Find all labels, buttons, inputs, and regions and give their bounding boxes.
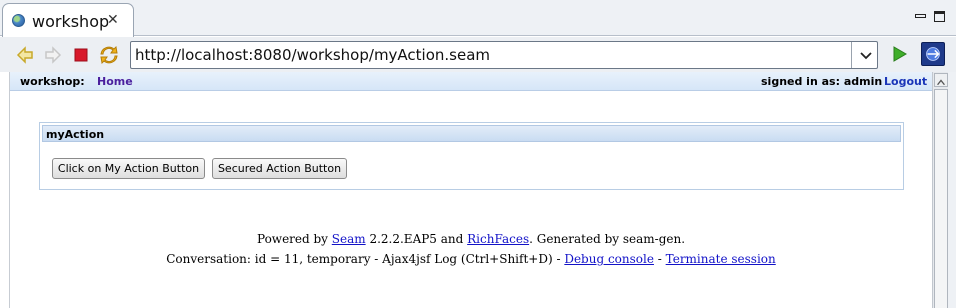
debug-console-link[interactable]: Debug console	[564, 252, 654, 266]
close-icon[interactable]: ✕	[107, 13, 119, 27]
scroll-thumb[interactable]	[934, 89, 948, 308]
external-browser-icon[interactable]	[921, 42, 945, 66]
panel-header: myAction	[42, 125, 901, 142]
vertical-scrollbar[interactable]	[932, 72, 948, 308]
panel-title: myAction	[46, 128, 105, 141]
logout-link[interactable]: Logout	[884, 75, 927, 88]
version-text: 2.2.2.EAP5 and	[365, 232, 468, 246]
browser-content: workshop: Home signed in as: admin Logou…	[9, 72, 932, 308]
terminate-session-link[interactable]: Terminate session	[666, 252, 776, 266]
window-edge	[948, 72, 956, 308]
powered-prefix: Powered by	[256, 232, 332, 246]
url-input[interactable]: http://localhost:8080/workshop/myAction.…	[130, 41, 878, 69]
back-icon[interactable]	[15, 45, 35, 65]
home-link[interactable]: Home	[97, 75, 133, 88]
forward-icon[interactable]	[43, 45, 63, 65]
globe-icon	[12, 14, 25, 27]
editor-tab-bar: workshop ✕	[0, 0, 956, 37]
secured-action-button[interactable]: Secured Action Button	[212, 158, 347, 179]
my-action-button[interactable]: Click on My Action Button	[52, 158, 205, 179]
conversation-text: Conversation: id = 11, temporary - Ajax4…	[166, 252, 565, 266]
go-icon[interactable]	[889, 44, 909, 64]
refresh-icon[interactable]	[99, 45, 119, 65]
dash-separator: -	[653, 252, 666, 266]
my-action-panel: myAction Click on My Action Button Secur…	[39, 122, 904, 190]
maximize-icon[interactable]	[934, 11, 945, 22]
tab-title: workshop	[32, 12, 110, 31]
browser-editor-window: workshop ✕ http://localhost:8080/worksho…	[0, 0, 956, 308]
workshop-tab[interactable]: workshop ✕	[2, 3, 134, 37]
page-menubar: workshop: Home signed in as: admin Logou…	[10, 72, 932, 91]
dropdown-icon[interactable]	[858, 45, 874, 65]
signed-in-label: signed in as: admin	[761, 75, 883, 88]
minimize-icon[interactable]	[915, 14, 926, 18]
url-divider	[851, 42, 852, 68]
seam-link[interactable]: Seam	[332, 232, 366, 246]
scroll-up-icon[interactable]	[934, 73, 948, 87]
powered-by-line: Powered by Seam 2.2.2.EAP5 and RichFaces…	[10, 232, 932, 246]
generated-text: . Generated by seam-gen.	[529, 232, 686, 246]
url-text: http://localhost:8080/workshop/myAction.…	[135, 46, 491, 64]
app-label: workshop:	[20, 75, 85, 88]
richfaces-link[interactable]: RichFaces	[467, 232, 529, 246]
stop-icon[interactable]	[71, 45, 91, 65]
conversation-line: Conversation: id = 11, temporary - Ajax4…	[10, 252, 932, 266]
